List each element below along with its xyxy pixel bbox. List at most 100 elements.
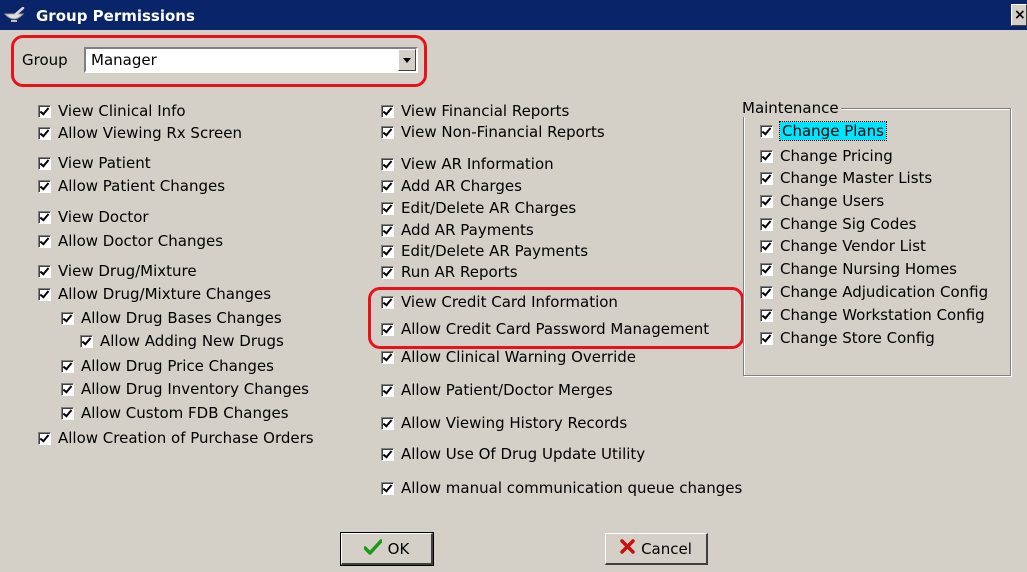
group-permissions-dialog: Group Permissions × Group Manager View C… bbox=[0, 0, 1027, 572]
permission-checkbox[interactable]: Allow Custom FDB Changes bbox=[61, 403, 289, 423]
checkbox-box[interactable] bbox=[760, 308, 773, 322]
checkbox-label: Edit/Delete AR Charges bbox=[401, 199, 577, 217]
permission-checkbox[interactable]: Allow Patient/Doctor Merges bbox=[381, 380, 613, 400]
permission-checkbox[interactable]: Change Master Lists bbox=[760, 168, 932, 188]
checkbox-box[interactable] bbox=[760, 217, 773, 231]
permission-checkbox[interactable]: View Drug/Mixture bbox=[38, 261, 197, 281]
checkbox-box[interactable] bbox=[760, 285, 773, 299]
checkbox-box[interactable] bbox=[381, 179, 394, 193]
checkbox-box[interactable] bbox=[38, 264, 51, 278]
checkbox-label: View Financial Reports bbox=[401, 102, 570, 120]
checkbox-box[interactable] bbox=[61, 382, 74, 396]
checkbox-box[interactable] bbox=[61, 406, 74, 420]
checkbox-box[interactable] bbox=[381, 223, 394, 237]
checkbox-label: Allow Adding New Drugs bbox=[100, 332, 284, 350]
permission-checkbox[interactable]: View Credit Card Information bbox=[381, 292, 618, 312]
checkbox-box[interactable] bbox=[760, 331, 773, 345]
checkbox-box[interactable] bbox=[760, 171, 773, 185]
permission-checkbox[interactable]: Edit/Delete AR Charges bbox=[381, 198, 576, 218]
permission-checkbox[interactable]: Change Sig Codes bbox=[760, 214, 916, 234]
checkbox-box[interactable] bbox=[61, 311, 74, 325]
permission-checkbox[interactable]: Allow Clinical Warning Override bbox=[381, 347, 636, 367]
checkbox-label: Allow Custom FDB Changes bbox=[81, 404, 289, 422]
permission-checkbox[interactable]: Edit/Delete AR Payments bbox=[381, 241, 588, 261]
permission-checkbox[interactable]: Allow Viewing Rx Screen bbox=[38, 123, 242, 143]
permission-checkbox[interactable]: Add AR Charges bbox=[381, 176, 522, 196]
permission-checkbox[interactable]: Allow Credit Card Password Management bbox=[381, 319, 709, 339]
checkbox-box[interactable] bbox=[760, 149, 773, 163]
checkbox-label: Change Plans bbox=[779, 121, 887, 141]
permission-checkbox[interactable]: View Financial Reports bbox=[381, 101, 569, 121]
checkbox-box[interactable] bbox=[38, 431, 51, 445]
title-bar[interactable]: Group Permissions × bbox=[0, 0, 1027, 30]
permission-checkbox[interactable]: View Clinical Info bbox=[38, 101, 186, 121]
permission-checkbox[interactable]: Change Adjudication Config bbox=[760, 282, 988, 302]
checkbox-label: Change Pricing bbox=[780, 147, 893, 165]
permission-checkbox[interactable]: Allow Drug Inventory Changes bbox=[61, 379, 309, 399]
checkbox-label: Allow Drug Inventory Changes bbox=[81, 380, 309, 398]
group-select[interactable]: Manager bbox=[84, 47, 418, 73]
cancel-button[interactable]: Cancel bbox=[605, 533, 708, 565]
checkbox-box[interactable] bbox=[381, 104, 394, 118]
checkbox-box[interactable] bbox=[381, 481, 394, 495]
checkbox-box[interactable] bbox=[381, 447, 394, 461]
chevron-down-icon[interactable] bbox=[398, 49, 416, 71]
checkbox-box[interactable] bbox=[381, 383, 394, 397]
checkbox-box[interactable] bbox=[38, 234, 51, 248]
checkbox-box[interactable] bbox=[61, 359, 74, 373]
checkbox-box[interactable] bbox=[381, 265, 394, 279]
checkbox-box[interactable] bbox=[38, 156, 51, 170]
checkbox-box[interactable] bbox=[381, 201, 394, 215]
permission-checkbox[interactable]: Run AR Reports bbox=[381, 262, 518, 282]
permission-checkbox[interactable]: Allow Drug/Mixture Changes bbox=[38, 284, 271, 304]
permission-checkbox[interactable]: Allow Patient Changes bbox=[38, 176, 225, 196]
permission-checkbox[interactable]: Change Store Config bbox=[760, 328, 935, 348]
checkbox-label: Change Master Lists bbox=[780, 169, 933, 187]
checkbox-label: View Credit Card Information bbox=[401, 293, 618, 311]
checkbox-box[interactable] bbox=[80, 334, 93, 348]
checkbox-box[interactable] bbox=[381, 416, 394, 430]
permission-checkbox[interactable]: Change Workstation Config bbox=[760, 305, 985, 325]
checkbox-box[interactable] bbox=[381, 125, 394, 139]
permission-checkbox[interactable]: Allow Drug Bases Changes bbox=[61, 308, 282, 328]
maintenance-title: Maintenance bbox=[740, 99, 841, 117]
permission-checkbox[interactable]: Add AR Payments bbox=[381, 220, 534, 240]
permission-checkbox[interactable]: View AR Information bbox=[381, 154, 554, 174]
checkbox-label: Allow Clinical Warning Override bbox=[401, 348, 637, 366]
checkbox-box[interactable] bbox=[760, 239, 773, 253]
permission-checkbox[interactable]: Allow Adding New Drugs bbox=[80, 331, 284, 351]
ok-button[interactable]: OK bbox=[340, 532, 434, 566]
permission-checkbox[interactable]: View Patient bbox=[38, 153, 151, 173]
checkbox-box[interactable] bbox=[760, 194, 773, 208]
permission-checkbox[interactable]: Allow Doctor Changes bbox=[38, 231, 223, 251]
checkbox-box[interactable] bbox=[38, 104, 51, 118]
checkbox-label: Change Store Config bbox=[780, 329, 935, 347]
permission-checkbox[interactable]: Change Vendor List bbox=[760, 236, 926, 256]
permission-checkbox[interactable]: Allow Creation of Purchase Orders bbox=[38, 428, 314, 448]
permission-checkbox[interactable]: Change Nursing Homes bbox=[760, 259, 957, 279]
permission-checkbox[interactable]: Allow Drug Price Changes bbox=[61, 356, 274, 376]
checkbox-box[interactable] bbox=[381, 350, 394, 364]
permission-checkbox[interactable]: Allow manual communication queue changes bbox=[381, 478, 742, 498]
checkbox-box[interactable] bbox=[381, 322, 394, 336]
checkbox-box[interactable] bbox=[760, 124, 773, 138]
permission-checkbox[interactable]: Change Users bbox=[760, 191, 884, 211]
close-button[interactable]: × bbox=[1011, 4, 1027, 26]
checkbox-box[interactable] bbox=[381, 157, 394, 171]
permission-checkbox[interactable]: View Non-Financial Reports bbox=[381, 122, 605, 142]
checkbox-box[interactable] bbox=[381, 295, 394, 309]
permission-checkbox[interactable]: Allow Use Of Drug Update Utility bbox=[381, 444, 645, 464]
checkbox-box[interactable] bbox=[38, 179, 51, 193]
permission-checkbox[interactable]: View Doctor bbox=[38, 207, 149, 227]
permission-checkbox[interactable]: Change Plans bbox=[760, 121, 887, 141]
permission-checkbox[interactable]: Change Pricing bbox=[760, 146, 893, 166]
checkbox-box[interactable] bbox=[38, 126, 51, 140]
checkbox-label: Allow manual communication queue changes bbox=[401, 479, 743, 497]
checkbox-box[interactable] bbox=[38, 210, 51, 224]
mortar-pestle-icon bbox=[3, 6, 25, 23]
checkbox-box[interactable] bbox=[38, 287, 51, 301]
x-icon bbox=[620, 539, 635, 558]
checkbox-box[interactable] bbox=[760, 262, 773, 276]
checkbox-box[interactable] bbox=[381, 244, 394, 258]
permission-checkbox[interactable]: Allow Viewing History Records bbox=[381, 413, 627, 433]
